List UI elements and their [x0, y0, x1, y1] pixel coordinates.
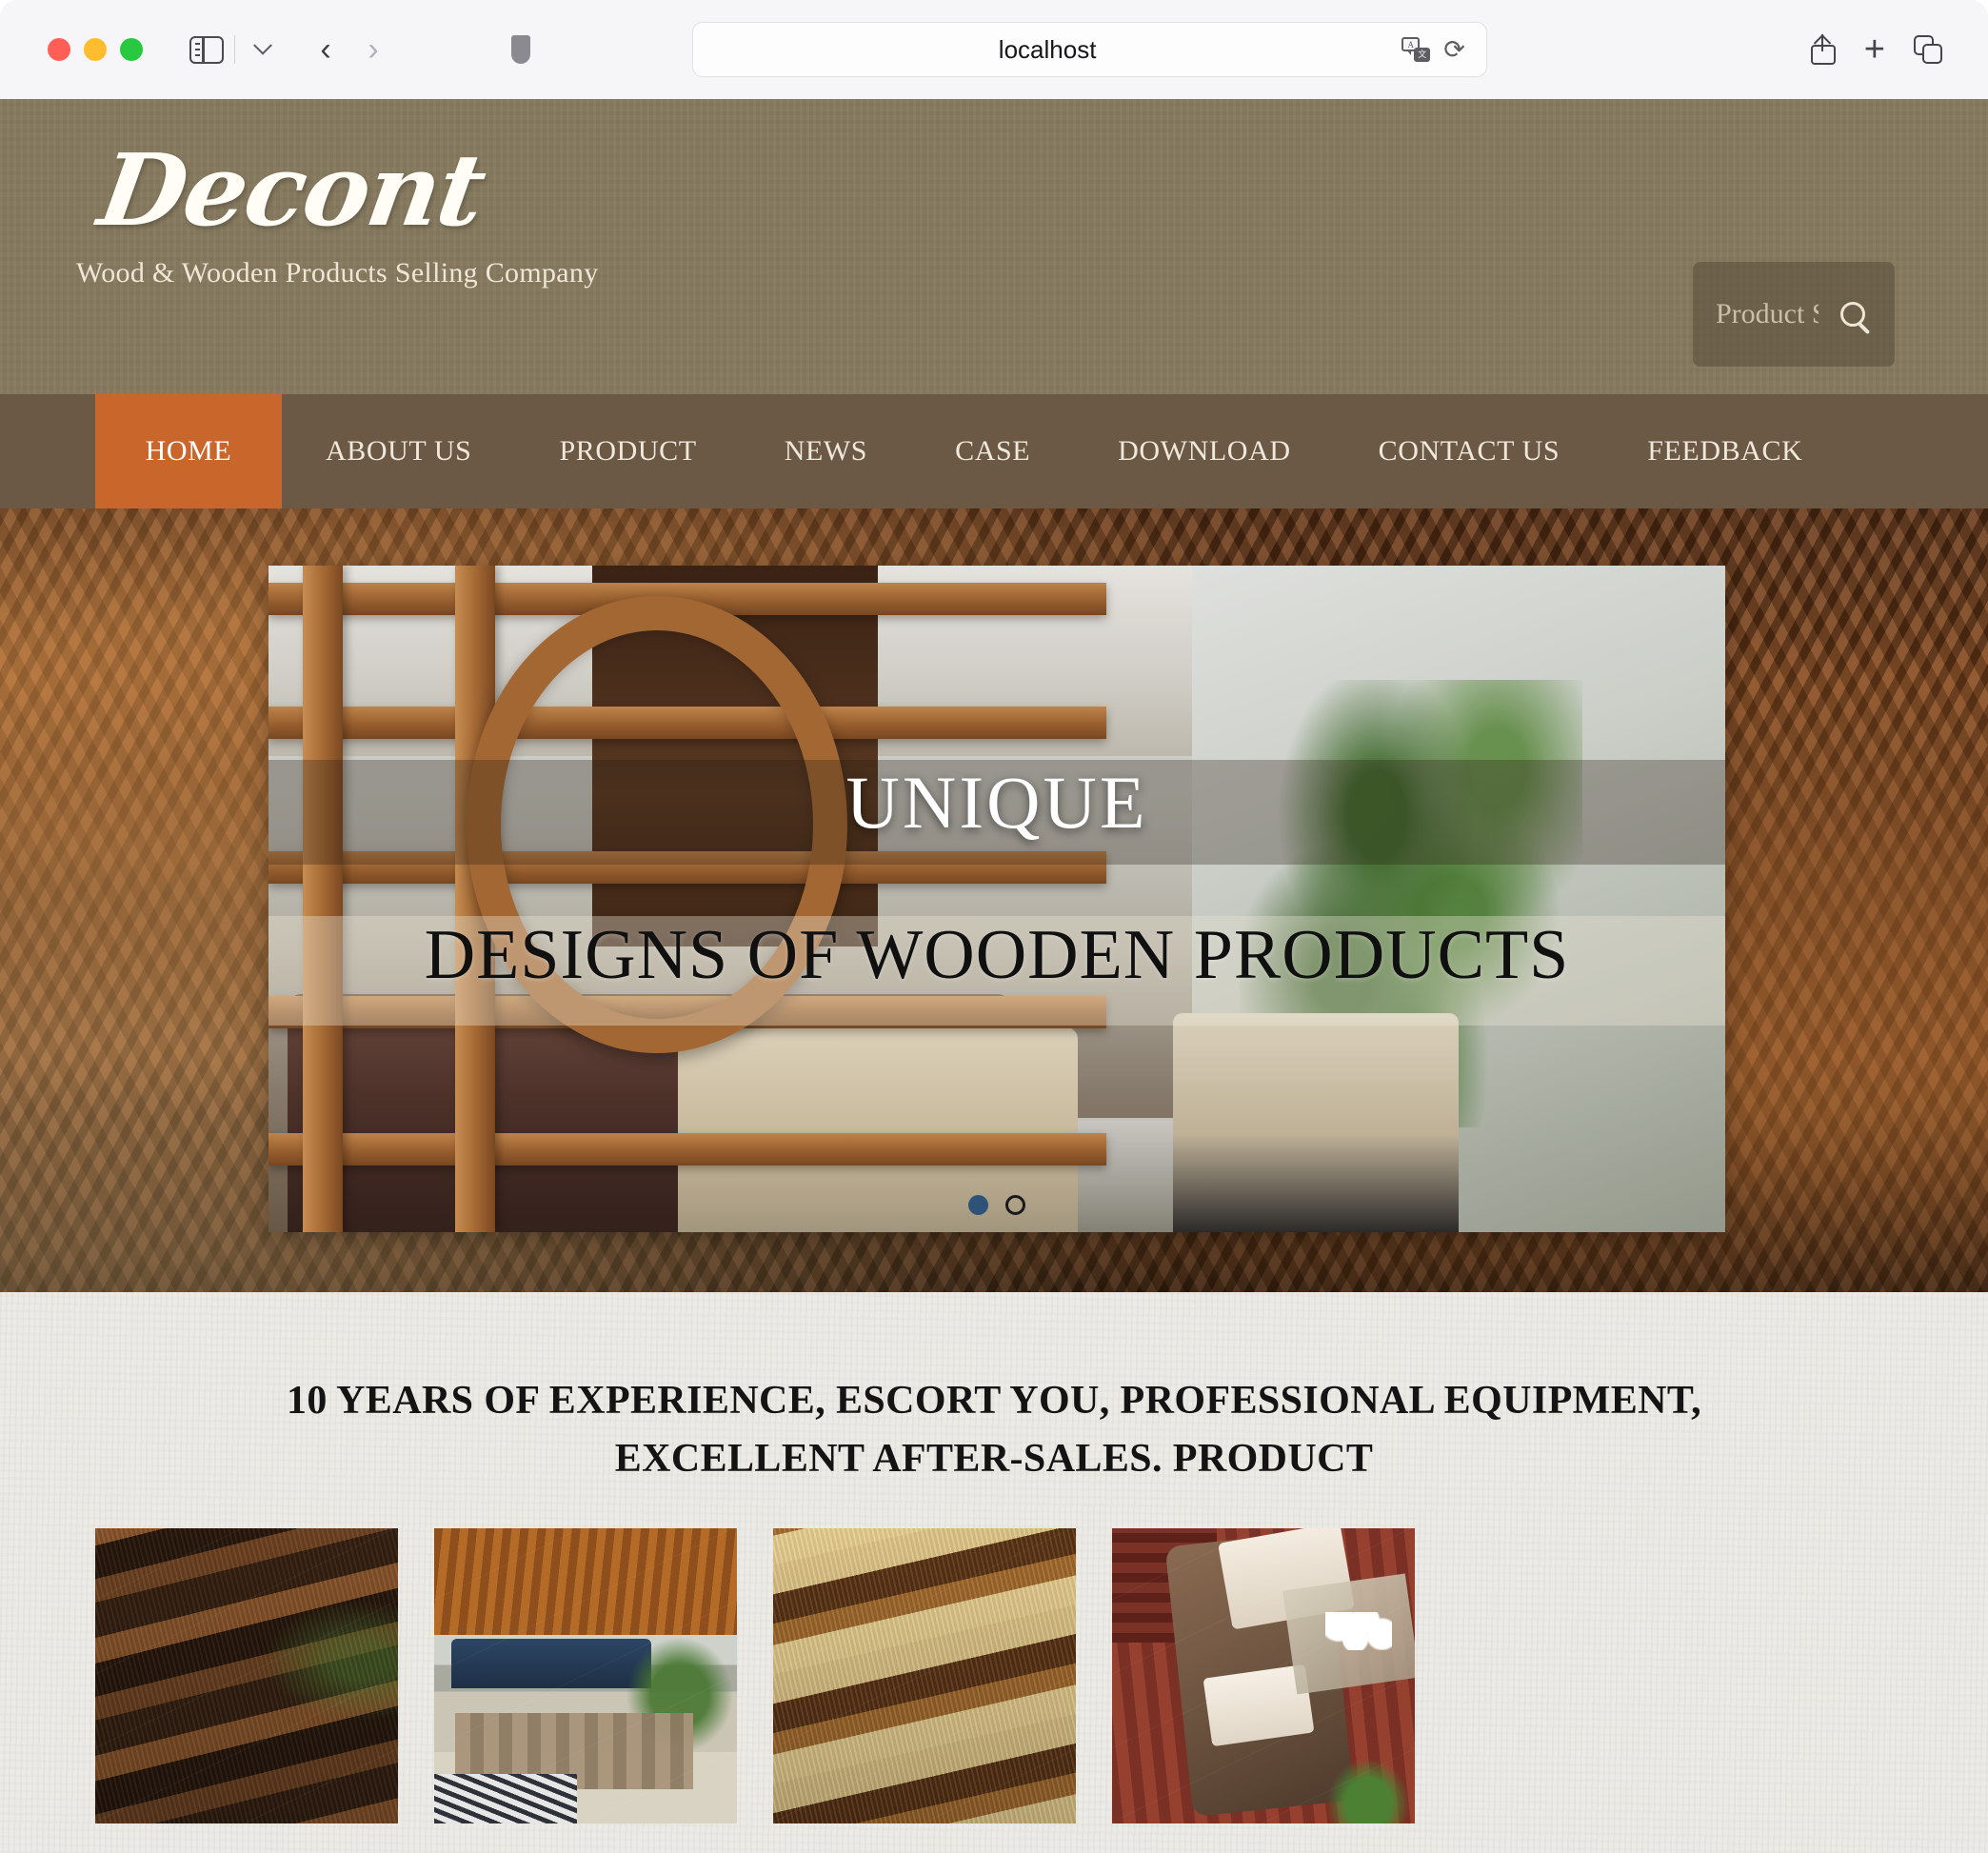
nav-item-contact-us[interactable]: CONTACT US: [1335, 394, 1604, 508]
url-text: localhost: [998, 34, 1097, 64]
address-bar[interactable]: localhost A 文 ⟳: [691, 22, 1487, 77]
section-title: 10 YEARS OF EXPERIENCE, ESCORT YOU, PROF…: [286, 1379, 1702, 1481]
share-icon[interactable]: [1810, 34, 1836, 65]
nav-label: FEEDBACK: [1647, 435, 1803, 467]
product-card[interactable]: [95, 1527, 398, 1823]
hero-slide-image: [268, 566, 1725, 1232]
site-brand[interactable]: Decont Wood & Wooden Products Selling Co…: [76, 131, 599, 289]
reload-icon[interactable]: ⟳: [1443, 36, 1465, 63]
translate-glyph-b: 文: [1414, 48, 1431, 62]
page-content: Decont Wood & Wooden Products Selling Co…: [0, 99, 1988, 1853]
hero-slide[interactable]: UNIQUE DESIGNS OF WOODEN PRODUCTS: [268, 566, 1725, 1232]
back-arrow-glyph: ‹: [320, 31, 331, 68]
nav-label: DOWNLOAD: [1118, 435, 1291, 467]
minimize-window-button[interactable]: [84, 38, 107, 61]
carousel-dot-2[interactable]: [1005, 1195, 1025, 1215]
watermark-overlay: [773, 1527, 1076, 1823]
translate-icon[interactable]: A 文: [1402, 37, 1431, 62]
nav-label: NEWS: [784, 435, 868, 467]
search-button[interactable]: [1832, 293, 1874, 335]
forward-arrow-glyph: ›: [368, 31, 379, 68]
forward-arrow-icon[interactable]: ›: [349, 26, 397, 73]
product-card[interactable]: [773, 1527, 1076, 1823]
product-card[interactable]: [1112, 1527, 1415, 1823]
hero-slider: UNIQUE DESIGNS OF WOODEN PRODUCTS: [0, 508, 1988, 1292]
nav-item-product[interactable]: PRODUCT: [515, 394, 740, 508]
nav-label: ABOUT US: [326, 435, 472, 467]
nav-label: CASE: [955, 435, 1031, 467]
brand-logo-text: Decont: [91, 131, 492, 249]
nav-label: HOME: [145, 435, 232, 467]
site-header: Decont Wood & Wooden Products Selling Co…: [0, 99, 1988, 394]
watermark-overlay: [434, 1527, 737, 1823]
sidebar-toggle-icon[interactable]: [183, 26, 230, 73]
nav-label: PRODUCT: [559, 435, 697, 467]
nav-label: CONTACT US: [1378, 435, 1561, 467]
products-section: 10 YEARS OF EXPERIENCE, ESCORT YOU, PROF…: [0, 1292, 1988, 1853]
close-window-button[interactable]: [48, 38, 70, 61]
product-card-grid: [0, 1488, 1988, 1823]
nav-item-news[interactable]: NEWS: [741, 394, 911, 508]
search-icon: [1840, 302, 1865, 327]
nav-item-feedback[interactable]: FEEDBACK: [1603, 394, 1846, 508]
privacy-shield-icon[interactable]: [511, 35, 530, 64]
watermark-overlay: [95, 1527, 398, 1823]
tab-overview-icon[interactable]: [1913, 35, 1942, 64]
new-tab-icon[interactable]: +: [1864, 31, 1885, 67]
main-navigation: HOME ABOUT US PRODUCT NEWS CASE DOWNLOAD…: [0, 394, 1988, 508]
nav-item-home[interactable]: HOME: [95, 394, 282, 508]
watermark-overlay: [1112, 1527, 1415, 1823]
back-arrow-icon[interactable]: ‹: [302, 26, 349, 73]
browser-toolbar: ‹ › localhost A 文 ⟳ +: [0, 0, 1988, 99]
toolbar-divider: [234, 35, 235, 64]
hero-title: UNIQUE: [845, 761, 1148, 844]
nav-item-about-us[interactable]: ABOUT US: [282, 394, 515, 508]
carousel-dot-1[interactable]: [968, 1195, 988, 1215]
nav-item-case[interactable]: CASE: [911, 394, 1074, 508]
hero-subtitle: DESIGNS OF WOODEN PRODUCTS: [424, 916, 1570, 994]
chevron-down-icon[interactable]: [239, 26, 287, 73]
nav-item-download[interactable]: DOWNLOAD: [1074, 394, 1334, 508]
product-card[interactable]: [434, 1527, 737, 1823]
browser-window: ‹ › localhost A 文 ⟳ + Decont Wood & Wood…: [0, 0, 1988, 1853]
maximize-window-button[interactable]: [120, 38, 143, 61]
carousel-dots: [268, 1195, 1725, 1215]
window-traffic-lights: [48, 38, 143, 61]
brand-tagline: Wood & Wooden Products Selling Company: [76, 257, 599, 289]
